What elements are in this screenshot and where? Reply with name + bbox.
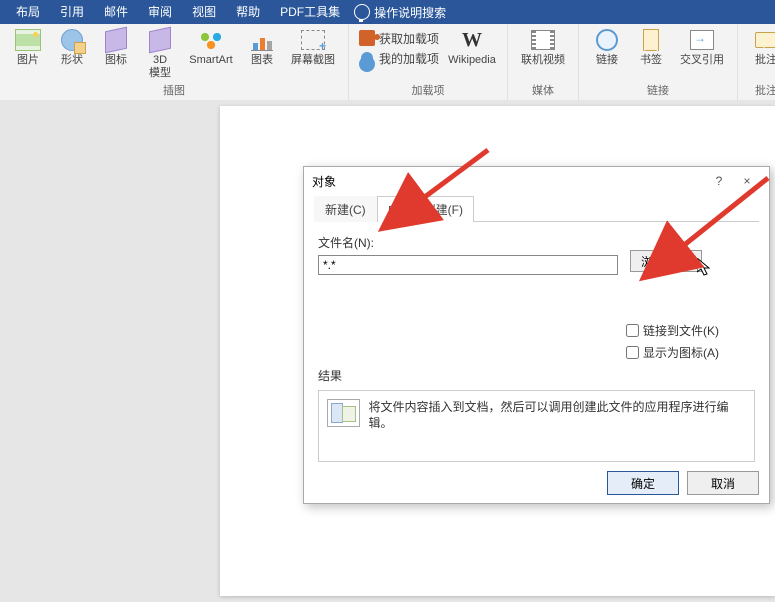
group-media: 联机视频 媒体 [508, 24, 579, 100]
browse-button[interactable]: 浏览(B)... [630, 250, 702, 272]
btn-screenshot[interactable]: 屏幕截图 [284, 26, 342, 67]
lightbulb-icon [354, 4, 370, 20]
dialog-tabs: 新建(C) 由文件创建(F) [314, 195, 759, 222]
ribbon-tabs: 布局 引用 邮件 审阅 视图 帮助 PDF工具集 操作说明搜索 [0, 0, 775, 24]
dialog-close-button[interactable]: × [733, 174, 761, 188]
cancel-button[interactable]: 取消 [687, 471, 759, 495]
picture-icon [15, 29, 41, 51]
btn-my-addins[interactable]: 我的加载项 [359, 48, 439, 68]
group-label: 插图 [163, 82, 185, 100]
icons-icon [105, 27, 127, 54]
btn-chart[interactable]: 图表 [240, 26, 284, 67]
video-icon [531, 30, 555, 50]
smartart-icon [199, 31, 223, 49]
tab-view[interactable]: 视图 [182, 0, 226, 24]
tab-pdf-tools[interactable]: PDF工具集 [270, 0, 350, 24]
display-as-icon-checkbox[interactable]: 显示为图标(A) [622, 343, 719, 362]
result-label: 结果 [318, 367, 755, 384]
tab-help[interactable]: 帮助 [226, 0, 270, 24]
group-label: 媒体 [532, 82, 554, 100]
link-to-file-checkbox[interactable]: 链接到文件(K) [622, 321, 719, 340]
addin-store-icon [359, 30, 375, 46]
group-label: 批注 [755, 82, 775, 100]
wikipedia-icon: W [462, 29, 482, 52]
filename-input[interactable] [318, 255, 618, 275]
tell-me-search[interactable]: 操作说明搜索 [354, 4, 446, 21]
btn-wikipedia[interactable]: WWikipedia [443, 26, 501, 67]
dialog-titlebar: 对象 ? × [304, 167, 769, 195]
bookmark-icon [643, 29, 659, 51]
ok-button[interactable]: 确定 [607, 471, 679, 495]
tab-layout[interactable]: 布局 [6, 0, 50, 24]
result-preview: 将文件内容插入到文档，然后可以调用创建此文件的应用程序进行编辑。 [318, 390, 755, 462]
group-illustrations: 图片 形状 图标 3D 模型 SmartArt 图表 屏幕截图 插图 [0, 24, 349, 100]
btn-shapes[interactable]: 形状 [50, 26, 94, 67]
btn-icons[interactable]: 图标 [94, 26, 138, 67]
group-addins: 获取加载项 我的加载项 WWikipedia 加载项 [349, 24, 508, 100]
tab-create-from-file[interactable]: 由文件创建(F) [377, 196, 474, 222]
tab-review[interactable]: 审阅 [138, 0, 182, 24]
shapes-icon [61, 29, 83, 51]
filename-label: 文件名(N): [318, 234, 755, 251]
embed-object-icon [327, 399, 360, 427]
btn-cross-reference[interactable]: 交叉引用 [673, 26, 731, 67]
result-description: 将文件内容插入到文档，然后可以调用创建此文件的应用程序进行编辑。 [368, 399, 746, 431]
btn-pictures[interactable]: 图片 [6, 26, 50, 67]
chart-icon [251, 30, 273, 51]
btn-get-addins[interactable]: 获取加载项 [359, 28, 439, 48]
btn-smartart[interactable]: SmartArt [182, 26, 240, 67]
tab-mailings[interactable]: 邮件 [94, 0, 138, 24]
btn-bookmark[interactable]: 书签 [629, 26, 673, 67]
dialog-title: 对象 [312, 173, 336, 190]
group-comments: 批注 批注 [738, 24, 775, 100]
ribbon: 图片 形状 图标 3D 模型 SmartArt 图表 屏幕截图 插图 获取加载项… [0, 24, 775, 101]
group-links: 链接 书签 交叉引用 链接 [579, 24, 738, 100]
screenshot-icon [301, 30, 325, 50]
object-dialog: 对象 ? × 新建(C) 由文件创建(F) 文件名(N): 浏览(B)... 链… [303, 166, 770, 504]
btn-new-comment[interactable]: 批注 [744, 26, 775, 67]
group-label: 链接 [647, 82, 669, 100]
tab-references[interactable]: 引用 [50, 0, 94, 24]
3d-model-icon [149, 27, 171, 54]
cross-ref-icon [690, 30, 714, 50]
tell-me-label: 操作说明搜索 [374, 4, 446, 21]
link-icon [596, 29, 618, 51]
dialog-help-button[interactable]: ? [705, 174, 733, 188]
my-addins-icon [361, 52, 373, 64]
btn-link[interactable]: 链接 [585, 26, 629, 67]
group-label: 加载项 [412, 82, 445, 100]
tab-create-new[interactable]: 新建(C) [314, 196, 377, 222]
btn-3d-models[interactable]: 3D 模型 [138, 26, 182, 80]
comment-icon [755, 32, 775, 48]
btn-online-video[interactable]: 联机视频 [514, 26, 572, 67]
